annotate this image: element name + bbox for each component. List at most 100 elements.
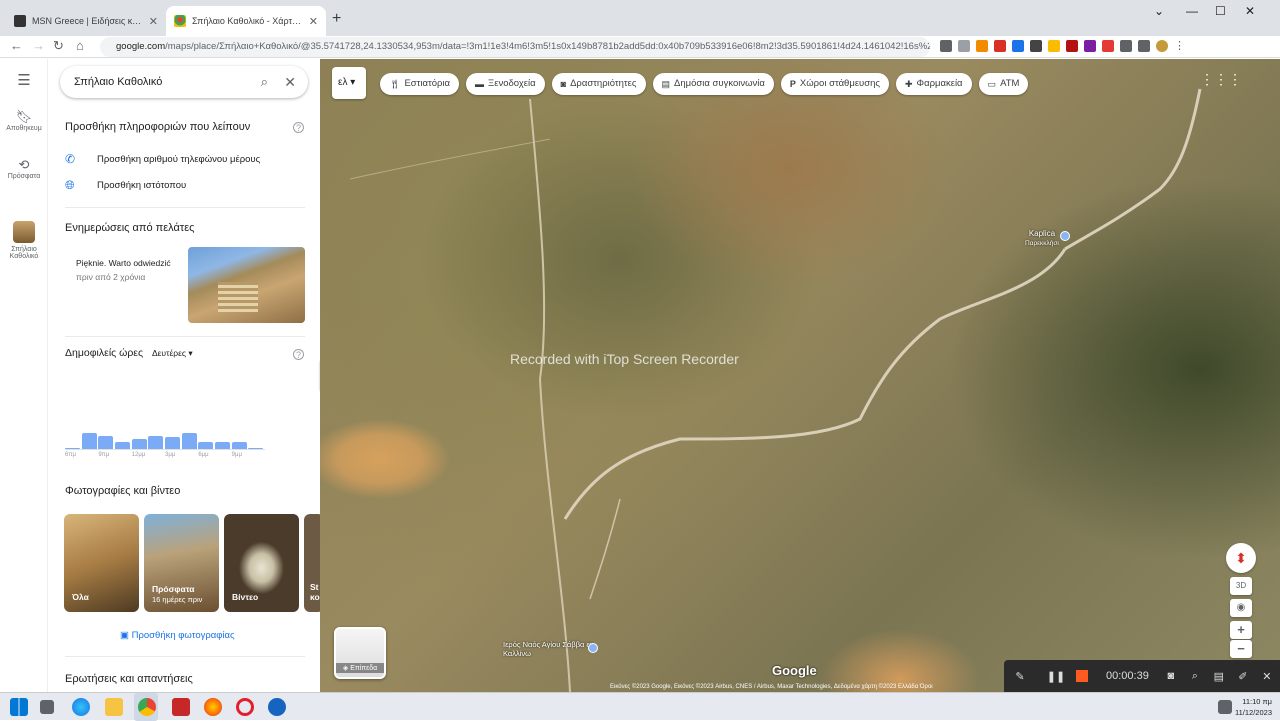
forward-icon[interactable]: →	[32, 38, 45, 53]
photo-video[interactable]: Βίντεο	[224, 514, 299, 612]
maximize-icon[interactable]: ☐	[1215, 4, 1226, 18]
popular-hour-bar[interactable]	[148, 435, 164, 449]
tab-search-icon[interactable]: ⌄	[1154, 4, 1164, 18]
extension-icon[interactable]	[1012, 40, 1024, 52]
add-website-link[interactable]: 🌐︎ Προσθήκη ιστότοπου	[65, 178, 186, 193]
reload-icon[interactable]: ↻	[53, 38, 64, 54]
avatar[interactable]	[1156, 40, 1168, 52]
back-icon[interactable]: ←	[10, 38, 23, 53]
close-icon[interactable]: ✕	[1255, 670, 1279, 683]
menu-kebab-icon[interactable]: ⋮	[1174, 40, 1186, 52]
file-explorer-icon[interactable]	[105, 698, 123, 716]
popular-hour-bar[interactable]	[215, 441, 231, 449]
puzzle-icon[interactable]	[1120, 40, 1132, 52]
popular-hour-bar[interactable]	[98, 435, 114, 449]
bookmark-star-icon[interactable]	[958, 40, 970, 52]
edge-icon[interactable]	[72, 698, 90, 716]
help-icon[interactable]: ?	[293, 122, 304, 133]
task-view-icon[interactable]	[40, 700, 54, 714]
hour-tick-label: 6μμ	[198, 452, 209, 458]
layers-text: Επίπεδα	[350, 665, 378, 672]
windows-start-icon[interactable]	[10, 698, 28, 716]
chip-parking[interactable]: P Χώροι στάθμευσης	[780, 73, 889, 95]
chapel-label[interactable]: Kaplica Παρεκκλήσι	[1025, 229, 1059, 247]
search-value: Σπήλαιο Καθολικό	[74, 76, 163, 88]
popular-hour-bar[interactable]	[165, 437, 181, 449]
popular-hour-bar[interactable]	[81, 432, 97, 449]
adblock-icon[interactable]	[994, 40, 1006, 52]
search-icon[interactable]: ⌕	[261, 66, 268, 98]
bus-icon: ▤	[661, 79, 671, 89]
my-location-icon[interactable]: ◉	[1230, 599, 1252, 617]
chip-hotels[interactable]: ▬ Ξενοδοχεία	[466, 73, 545, 95]
chapel-pin-icon[interactable]	[1060, 231, 1070, 241]
review-snippet[interactable]: Pięknie. Warto odwiedzić πριν από 2 χρόν…	[76, 258, 171, 282]
review-photo[interactable]	[188, 247, 305, 323]
chip-activities[interactable]: ◙ Δραστηριότητες	[551, 73, 646, 95]
firefox-icon[interactable]	[204, 698, 222, 716]
add-photo-button[interactable]: ▣ Προσθήκη φωτογραφίας	[120, 630, 235, 641]
extension-icon[interactable]	[1102, 40, 1114, 52]
church-pin-icon[interactable]	[588, 643, 598, 653]
sidebar-icon[interactable]	[1138, 40, 1150, 52]
chip-transit[interactable]: ▤ Δημόσια συγκοινωνία	[652, 73, 774, 95]
hamburger-menu-icon[interactable]: ☰	[0, 71, 48, 89]
popular-hour-bar[interactable]	[181, 432, 197, 449]
opera-icon[interactable]	[236, 698, 254, 716]
chip-restaurants[interactable]: 🍴︎ Εστιατόρια	[380, 73, 460, 95]
recorder-app-icon[interactable]	[172, 698, 190, 716]
camera-icon[interactable]: ◙	[1159, 670, 1183, 682]
add-phone-link[interactable]: ✆ Προσθήκη αριθμού τηλεφώνου μέρους	[65, 152, 260, 166]
popular-hour-bar[interactable]	[131, 438, 147, 449]
pause-icon[interactable]: ❚❚	[1044, 670, 1068, 683]
close-icon[interactable]: ✕	[149, 15, 158, 28]
tab-msn[interactable]: MSN Greece | Ειδήσεις και Νέα ✕	[6, 6, 166, 36]
extension-icon[interactable]	[1066, 40, 1078, 52]
search-input[interactable]: Σπήλαιο Καθολικό ⌕ ✕	[60, 66, 308, 98]
extension-icon[interactable]	[1084, 40, 1096, 52]
toggle-3d-button[interactable]: 3D	[1230, 577, 1252, 595]
language-button[interactable]: ελ ▾	[332, 67, 366, 99]
day-selector[interactable]: Δευτέρες ▾	[152, 348, 193, 358]
stop-icon[interactable]	[1076, 670, 1088, 682]
rail-recent[interactable]: ⟲ Πρόσφατα	[0, 157, 48, 180]
pen-icon[interactable]: ✎	[1008, 670, 1032, 683]
chip-atm[interactable]: ▭ ATM	[978, 73, 1029, 95]
share-icon[interactable]	[940, 40, 952, 52]
window-close-icon[interactable]: ✕	[1245, 4, 1255, 18]
comment-icon[interactable]: ▤	[1207, 670, 1231, 683]
address-bar[interactable]: google.com/maps/place/Σπήλαιο+Καθολικό/@…	[100, 37, 930, 57]
pen-tray-icon[interactable]	[1218, 700, 1232, 714]
minimize-icon[interactable]: —	[1186, 4, 1198, 18]
home-icon[interactable]: ⌂	[76, 38, 84, 53]
rail-place[interactable]: Σπήλαιο Καθολικό	[0, 221, 48, 260]
extension-icon[interactable]	[1030, 40, 1042, 52]
new-tab-icon[interactable]: +	[332, 10, 341, 28]
layers-button[interactable]: ◈ Επίπεδα	[334, 627, 386, 679]
tab-maps[interactable]: Σπήλαιο Καθολικό - Χάρτες Go ✕	[166, 6, 326, 36]
help-icon[interactable]: ?	[293, 349, 304, 360]
photo-all[interactable]: Όλα	[64, 514, 139, 612]
chrome-icon[interactable]	[138, 698, 156, 716]
popular-hour-bar[interactable]	[115, 441, 131, 449]
popular-hour-bar[interactable]	[231, 441, 247, 449]
photo-recent[interactable]: Πρόσφατα 16 ημέρες πριν	[144, 514, 219, 612]
satellite-map[interactable]: ελ ▾ 🍴︎ Εστιατόρια ▬ Ξενοδοχεία ◙ Δραστηριό…	[320, 59, 1280, 692]
extension-icon[interactable]	[976, 40, 988, 52]
zoom-out-button[interactable]: −	[1230, 640, 1252, 658]
extension-icon[interactable]	[1048, 40, 1060, 52]
close-icon[interactable]: ✕	[309, 15, 318, 28]
chip-pharmacies[interactable]: ✚ Φαρμακεία	[895, 73, 972, 95]
ccleaner-icon[interactable]	[268, 698, 286, 716]
clear-search-icon[interactable]: ✕	[284, 66, 296, 98]
zoom-in-button[interactable]: +	[1230, 621, 1252, 639]
photo-more[interactable]: St κο	[304, 514, 320, 612]
compass-icon[interactable]: ⬍	[1226, 543, 1256, 573]
zoom-icon[interactable]: ⌕	[1183, 670, 1207, 683]
edit-icon[interactable]: ✐	[1231, 670, 1255, 683]
map-attribution[interactable]: Εικόνες ©2023 Google, Εικόνες ©2023 Airb…	[610, 684, 933, 690]
rail-saved[interactable]: 🔖︎ Αποθηκευμ	[0, 109, 48, 132]
popular-hour-bar[interactable]	[198, 441, 214, 449]
system-clock[interactable]: 11:10 πμ 11/12/2023	[1235, 696, 1272, 718]
apps-grid-icon[interactable]: ⋮⋮⋮	[1200, 71, 1242, 88]
